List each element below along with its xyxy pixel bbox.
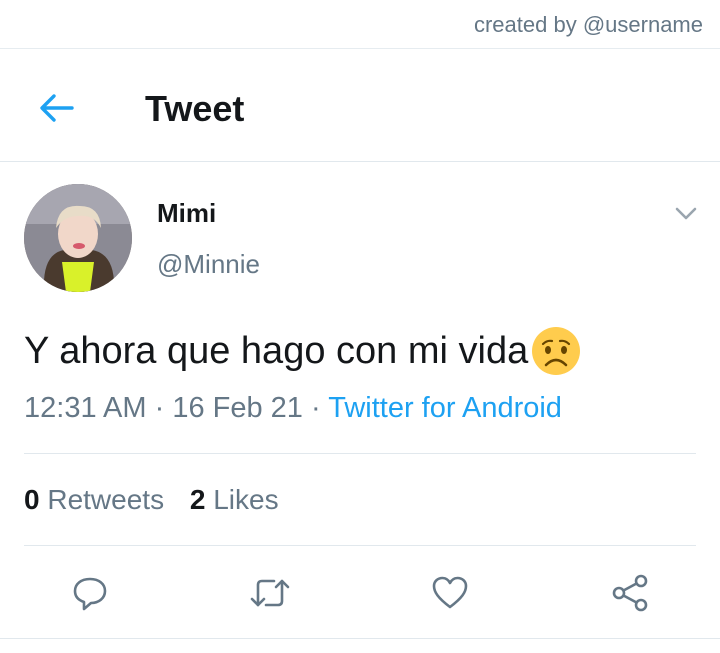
likes-count: 2 <box>189 484 206 515</box>
likes-label: Likes <box>213 484 279 515</box>
tweet-date: 16 Feb 21 <box>172 392 303 424</box>
tweet-text: Y ahora que hago con mi vida <box>24 325 582 377</box>
tweet-stats: 0 Retweets 2 Likes <box>24 484 297 516</box>
more-options-button[interactable] <box>672 200 700 228</box>
top-divider <box>0 48 720 49</box>
back-button[interactable] <box>36 88 76 128</box>
meta-separator: · <box>154 392 165 424</box>
like-button[interactable] <box>428 571 472 615</box>
retweets-label: Retweets <box>47 484 165 515</box>
tweet-body: Y ahora que hago con mi vida <box>24 329 529 372</box>
author-name[interactable]: Mimi <box>157 198 216 229</box>
share-button[interactable] <box>608 571 652 615</box>
worried-face-emoji <box>532 327 581 375</box>
actions-divider-bottom <box>0 638 720 639</box>
share-icon <box>612 574 648 612</box>
heart-icon <box>432 576 468 609</box>
avatar[interactable] <box>24 184 132 292</box>
retweets-stat[interactable]: 0 Retweets <box>24 484 164 515</box>
stats-divider-top <box>24 453 696 454</box>
retweet-icon <box>250 579 290 607</box>
header-divider <box>0 161 720 162</box>
likes-stat[interactable]: 2 Likes <box>190 484 279 515</box>
author-handle[interactable]: @Minnie <box>157 249 260 280</box>
chevron-down-icon <box>675 207 697 220</box>
tweet-meta: 12:31 AM · 16 Feb 21 · Twitter for Andro… <box>24 392 562 425</box>
retweets-count: 0 <box>24 484 40 515</box>
reply-button[interactable] <box>68 571 112 615</box>
retweet-button[interactable] <box>248 571 292 615</box>
page-title: Tweet <box>145 88 245 129</box>
tweet-time: 12:31 AM <box>24 392 147 424</box>
reply-icon <box>73 577 107 611</box>
arrow-left-icon <box>40 94 74 122</box>
actions-divider-top <box>24 545 696 546</box>
watermark: created by @username <box>473 12 703 37</box>
avatar-image <box>24 184 132 292</box>
tweet-source-link[interactable]: Twitter for Android <box>328 392 562 424</box>
meta-separator: · <box>311 392 321 424</box>
